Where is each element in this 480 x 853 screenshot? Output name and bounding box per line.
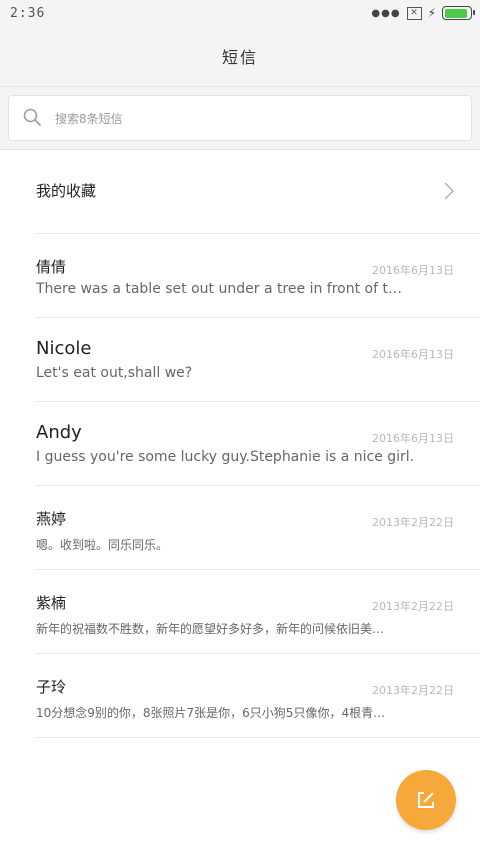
status-bar: 2:36 ●●● ✕ ⚡	[0, 0, 480, 28]
message-preview: 嗯。收到啦。同乐同乐。	[36, 538, 169, 552]
message-preview: 新年的祝福数不胜数，新年的愿望好多好多，新年的问候依旧美…	[36, 622, 385, 636]
message-date: 2013年2月22日	[372, 516, 454, 529]
message-date: 2016年6月13日	[372, 264, 454, 277]
message-date: 2013年2月22日	[372, 600, 454, 613]
contact-name: 倩倩	[36, 258, 67, 276]
list-item[interactable]: 燕婷 2013年2月22日 嗯。收到啦。同乐同乐。	[0, 486, 480, 570]
list-item[interactable]: 子玲 2013年2月22日 10分想念9别的你，8张照片7张是你，6只小狗5只像…	[0, 654, 480, 738]
message-preview: There was a table set out under a tree i…	[36, 281, 402, 297]
chevron-right-icon	[444, 182, 455, 204]
page-title: 短信	[221, 48, 258, 67]
contact-name: Andy	[36, 422, 82, 443]
search-icon	[23, 108, 41, 130]
search-bar: 搜索8条短信	[0, 87, 480, 150]
list-item[interactable]: Andy 2016年6月13日 I guess you're some luck…	[0, 402, 480, 486]
favorites-label: 我的收藏	[36, 182, 97, 200]
signal-dots-icon: ●●●	[371, 7, 401, 19]
no-sim-icon: ✕	[406, 6, 422, 20]
list-item[interactable]: 紫楠 2013年2月22日 新年的祝福数不胜数，新年的愿望好多好多，新年的问候依…	[0, 570, 480, 654]
contact-name: 子玲	[36, 678, 67, 696]
contact-name: 紫楠	[36, 594, 67, 612]
charging-icon: ⚡	[427, 6, 436, 20]
header: 短信	[0, 28, 480, 87]
message-date: 2013年2月22日	[372, 684, 454, 697]
favorites-row[interactable]: 我的收藏	[0, 150, 480, 234]
message-preview: Let's eat out,shall we?	[36, 365, 193, 381]
contact-name: Nicole	[36, 338, 92, 359]
message-date: 2016年6月13日	[372, 348, 454, 361]
message-preview: I guess you're some lucky guy.Stephanie …	[36, 449, 415, 465]
divider	[36, 737, 480, 738]
status-icons: ●●● ✕ ⚡	[371, 6, 475, 20]
search-input[interactable]: 搜索8条短信	[8, 95, 472, 141]
list-item[interactable]: 倩倩 2016年6月13日 There was a table set out …	[0, 234, 480, 318]
status-time: 2:36	[10, 6, 46, 21]
compose-icon	[418, 792, 434, 808]
list-item[interactable]: Nicole 2016年6月13日 Let's eat out,shall we…	[0, 318, 480, 402]
compose-button[interactable]	[396, 770, 456, 830]
contact-name: 燕婷	[36, 510, 67, 528]
battery-icon	[442, 6, 475, 20]
search-placeholder: 搜索8条短信	[55, 112, 123, 126]
message-date: 2016年6月13日	[372, 432, 454, 445]
message-preview: 10分想念9别的你，8张照片7张是你，6只小狗5只像你，4根青…	[36, 706, 386, 720]
conversation-list: 我的收藏 倩倩 2016年6月13日 There was a table set…	[0, 150, 480, 738]
